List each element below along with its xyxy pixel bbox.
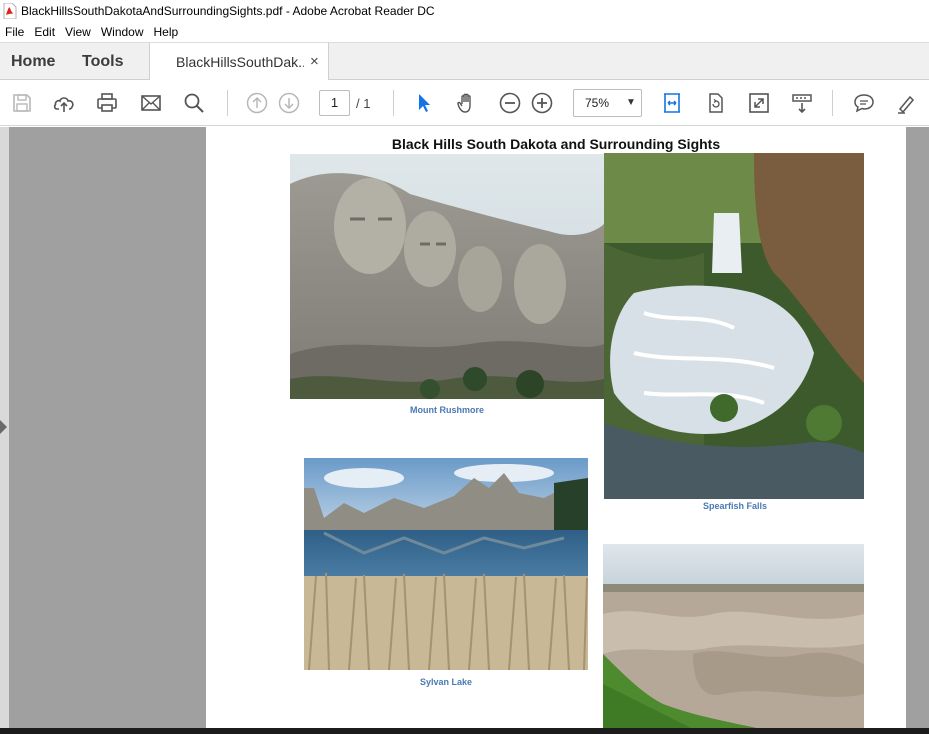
zoom-value: 75% bbox=[585, 96, 610, 110]
pdf-page: Black Hills South Dakota and Surrounding… bbox=[206, 127, 906, 734]
page-number-input[interactable]: 1 bbox=[319, 90, 350, 116]
rotate-icon[interactable] bbox=[703, 90, 729, 116]
menu-window[interactable]: Window bbox=[96, 25, 149, 39]
sylvan-lake-photo bbox=[304, 458, 588, 670]
mount-rushmore-caption: Mount Rushmore bbox=[410, 405, 484, 415]
spearfish-falls-photo bbox=[604, 153, 864, 499]
fit-page-icon[interactable] bbox=[659, 90, 685, 116]
taskbar-strip bbox=[0, 728, 929, 734]
viewer-background-left bbox=[9, 127, 206, 734]
toolbar-separator bbox=[393, 90, 394, 116]
prev-page-icon[interactable] bbox=[244, 90, 270, 116]
zoom-out-icon[interactable] bbox=[497, 90, 523, 116]
hand-tool-icon[interactable] bbox=[454, 90, 480, 116]
menu-view[interactable]: View bbox=[60, 25, 96, 39]
print-icon[interactable] bbox=[94, 90, 120, 116]
toolbar-separator bbox=[227, 90, 228, 116]
spearfish-falls-caption: Spearfish Falls bbox=[702, 501, 768, 511]
menu-bar: File Edit View Window Help bbox=[0, 22, 929, 42]
tab-document[interactable]: BlackHillsSouthDak... × bbox=[149, 43, 329, 81]
zoom-select[interactable]: 75% ▼ bbox=[573, 89, 642, 117]
menu-help[interactable]: Help bbox=[149, 25, 184, 39]
expand-panel-icon[interactable] bbox=[0, 420, 7, 434]
toolbar bbox=[0, 80, 929, 126]
email-icon[interactable] bbox=[138, 90, 164, 116]
search-icon[interactable] bbox=[181, 90, 207, 116]
chevron-down-icon: ▼ bbox=[626, 97, 636, 108]
badlands-photo bbox=[603, 544, 864, 734]
save-icon[interactable] bbox=[9, 90, 35, 116]
sylvan-lake-caption: Sylvan Lake bbox=[419, 677, 473, 687]
window-title: BlackHillsSouthDakotaAndSurroundingSight… bbox=[21, 4, 435, 18]
menu-edit[interactable]: Edit bbox=[29, 25, 60, 39]
comment-icon[interactable] bbox=[851, 90, 877, 116]
scroll-mode-icon[interactable] bbox=[789, 90, 815, 116]
next-page-icon[interactable] bbox=[276, 90, 302, 116]
tab-tools[interactable]: Tools bbox=[82, 43, 123, 80]
full-screen-icon[interactable] bbox=[746, 90, 772, 116]
highlight-icon[interactable] bbox=[894, 90, 920, 116]
document-title: Black Hills South Dakota and Surrounding… bbox=[391, 136, 721, 152]
cloud-upload-icon[interactable] bbox=[51, 90, 77, 116]
page-total-label: / 1 bbox=[356, 96, 371, 111]
tab-bar: Home Tools BlackHillsSouthDak... × bbox=[0, 42, 929, 81]
viewer-background-right bbox=[906, 127, 929, 734]
zoom-in-icon[interactable] bbox=[529, 90, 555, 116]
acrobat-pdf-icon bbox=[3, 2, 17, 20]
select-cursor-icon[interactable] bbox=[411, 90, 437, 116]
toolbar-separator bbox=[832, 90, 833, 116]
title-bar: BlackHillsSouthDakotaAndSurroundingSight… bbox=[0, 0, 929, 22]
mount-rushmore-photo bbox=[290, 154, 604, 399]
navigation-pane-handle[interactable] bbox=[0, 127, 9, 734]
menu-file[interactable]: File bbox=[0, 25, 29, 39]
tab-home[interactable]: Home bbox=[11, 43, 55, 80]
close-tab-icon[interactable]: × bbox=[310, 53, 319, 70]
document-tab-label: BlackHillsSouthDak... bbox=[176, 54, 304, 70]
